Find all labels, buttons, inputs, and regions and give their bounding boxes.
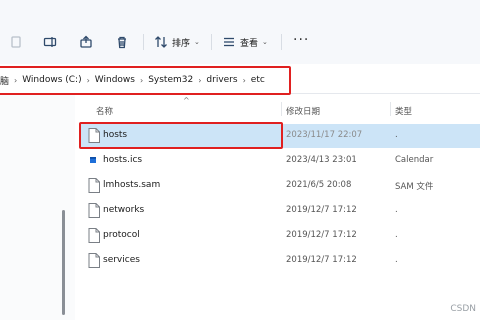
file-modified: 2023/4/13 23:01 [286, 155, 357, 165]
breadcrumb-item[interactable]: 脑 [0, 74, 9, 87]
chevron-right-icon[interactable]: › [198, 76, 201, 85]
address-bar[interactable]: 脑 › Windows (C:) › Windows › System32 › … [0, 64, 480, 94]
file-name: hosts.ics [103, 155, 143, 165]
column-header-modified[interactable]: 修改日期 [286, 105, 320, 117]
file-type: SAM 文件 [395, 182, 434, 192]
file-modified: 2019/12/7 17:12 [286, 230, 357, 240]
file-row[interactable]: hosts.ics 2023/4/13 23:01 Calendar [80, 149, 480, 173]
document-icon [88, 253, 100, 268]
column-header-name[interactable]: 名称 [96, 105, 113, 117]
file-modified: 2023/11/17 22:07 [286, 130, 363, 140]
file-name: protocol [103, 230, 140, 240]
paste-icon[interactable] [8, 34, 24, 50]
chevron-right-icon[interactable]: › [140, 76, 143, 85]
chevron-down-icon: ⌄ [262, 38, 268, 46]
breadcrumb-item[interactable]: System32 [148, 75, 193, 85]
toolbar-divider [211, 34, 212, 50]
breadcrumb-item[interactable]: Windows [95, 75, 135, 85]
breadcrumb-item[interactable]: etc [251, 75, 265, 85]
file-modified: 2019/12/7 17:12 [286, 255, 357, 265]
chevron-down-icon: ⌄ [194, 38, 200, 46]
watermark: CSDN [450, 304, 476, 314]
file-name: hosts [103, 130, 128, 140]
document-icon [88, 228, 100, 243]
file-modified: 2019/12/7 17:12 [286, 205, 357, 215]
file-type: Calendar [395, 155, 434, 165]
sort-icon [155, 36, 167, 48]
breadcrumb-item[interactable]: Windows (C:) [22, 75, 81, 85]
file-name: lmhosts.sam [103, 180, 161, 190]
file-type: . [395, 255, 398, 265]
file-row[interactable]: lmhosts.sam 2021/6/5 20:08 SAM 文件 [80, 174, 480, 198]
document-icon [88, 128, 100, 143]
rename-icon[interactable] [42, 34, 58, 50]
calendar-file-icon [88, 153, 100, 168]
chevron-right-icon[interactable]: › [14, 76, 17, 85]
delete-icon[interactable] [114, 34, 130, 50]
file-row[interactable]: protocol 2019/12/7 17:12 . [80, 224, 480, 248]
sidebar-scrollbar[interactable] [62, 210, 65, 315]
document-icon [88, 178, 100, 193]
column-divider[interactable] [281, 102, 282, 116]
column-header-type[interactable]: 类型 [395, 105, 412, 117]
breadcrumb-item[interactable]: drivers [206, 75, 237, 85]
chevron-right-icon[interactable]: › [87, 76, 90, 85]
column-divider[interactable] [390, 102, 391, 116]
file-type: . [395, 230, 398, 240]
breadcrumb: 脑 › Windows (C:) › Windows › System32 › … [0, 72, 265, 88]
file-row[interactable]: hosts 2023/11/17 22:07 . [80, 124, 480, 148]
share-icon[interactable] [78, 34, 94, 50]
file-type: . [395, 130, 398, 140]
file-name: networks [103, 205, 145, 215]
sort-ascending-icon: ^ [183, 96, 190, 105]
command-bar: 排序 ⌄ 查看 ⌄ ··· [0, 0, 480, 64]
toolbar-divider [281, 34, 282, 50]
sort-label: 排序 [172, 38, 191, 49]
sort-button[interactable]: 排序 ⌄ [154, 33, 200, 51]
view-button[interactable]: 查看 ⌄ [222, 33, 268, 51]
file-type: . [395, 205, 398, 215]
file-row[interactable]: services 2019/12/7 17:12 . [80, 249, 480, 273]
view-icon [224, 37, 234, 47]
toolbar-divider [143, 34, 144, 50]
chevron-right-icon[interactable]: › [243, 76, 246, 85]
document-icon [88, 203, 100, 218]
view-label: 查看 [240, 38, 259, 49]
file-name: services [103, 255, 140, 265]
more-options-button[interactable]: ··· [293, 32, 309, 48]
file-row[interactable]: networks 2019/12/7 17:12 . [80, 199, 480, 223]
file-modified: 2021/6/5 20:08 [286, 180, 352, 190]
